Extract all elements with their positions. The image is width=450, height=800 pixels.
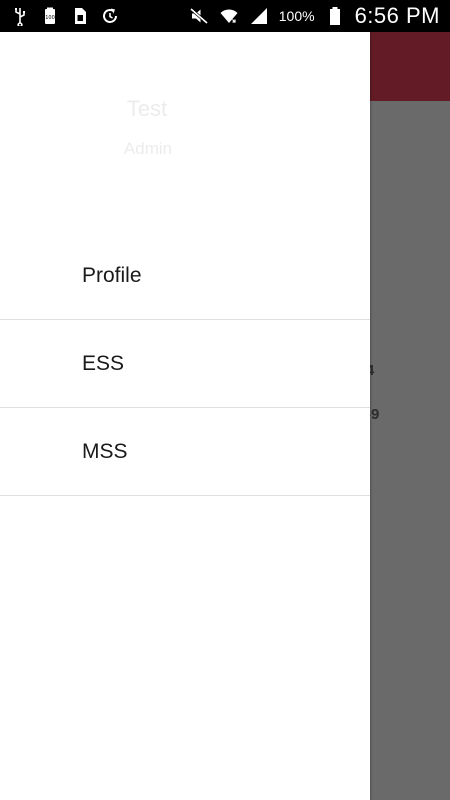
screen: 100 100% 6:56 PM 4 -9 Test Admin Profile… bbox=[0, 0, 450, 800]
navigation-drawer: Test Admin Profile ESS MSS bbox=[0, 32, 370, 800]
status-right-icons: 100% 6:56 PM bbox=[189, 3, 440, 29]
user-name: Test bbox=[126, 96, 168, 121]
wifi-icon bbox=[219, 6, 239, 26]
battery-percent: 100% bbox=[278, 8, 315, 24]
menu-item-ess[interactable]: ESS bbox=[0, 320, 370, 408]
status-left-icons: 100 bbox=[10, 6, 120, 26]
battery-icon bbox=[325, 6, 345, 26]
usb-icon bbox=[10, 6, 30, 26]
menu-item-mss[interactable]: MSS bbox=[0, 408, 370, 496]
drawer-menu: Profile ESS MSS bbox=[0, 232, 370, 496]
user-role: Admin bbox=[123, 139, 173, 158]
clock: 6:56 PM bbox=[354, 3, 440, 28]
sync-icon bbox=[100, 6, 120, 26]
storage-icon: 100 bbox=[40, 6, 60, 26]
signal-icon bbox=[249, 6, 269, 26]
menu-item-label: Profile bbox=[82, 263, 142, 287]
menu-item-label: MSS bbox=[82, 439, 128, 463]
menu-item-profile[interactable]: Profile bbox=[0, 232, 370, 320]
svg-text:100: 100 bbox=[45, 15, 55, 21]
mute-icon bbox=[189, 6, 209, 26]
menu-item-label: ESS bbox=[82, 351, 125, 375]
status-bar: 100 100% 6:56 PM bbox=[0, 0, 450, 32]
drawer-header: Test Admin bbox=[0, 32, 370, 232]
sim-card-icon bbox=[70, 6, 90, 26]
